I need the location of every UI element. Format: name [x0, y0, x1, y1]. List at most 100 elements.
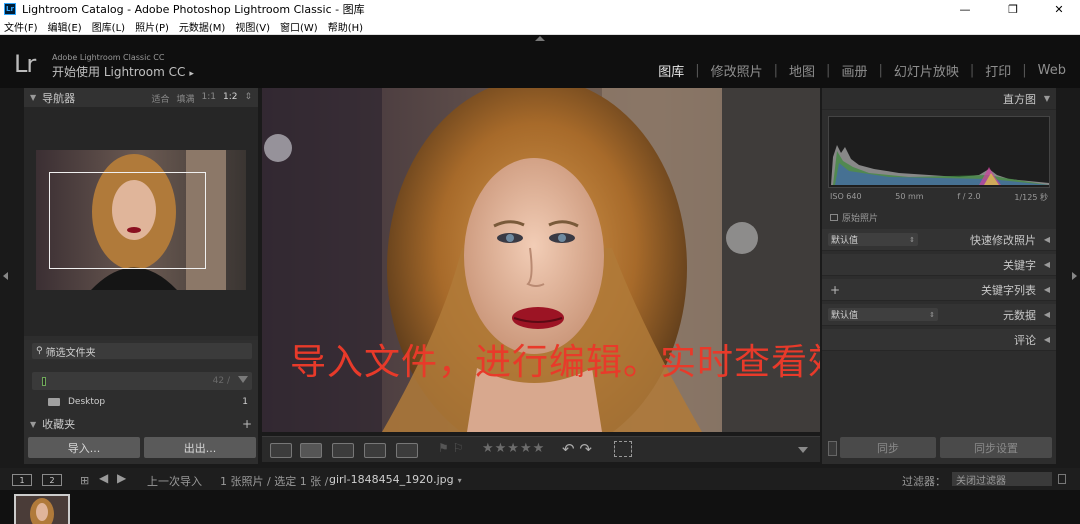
zoom-1-2[interactable]: 1:2 [223, 92, 237, 105]
add-keyword-icon[interactable]: + [830, 283, 840, 297]
metadata-header[interactable]: 默认值 ⇕ 元数据 ◀ [822, 304, 1056, 326]
star-rating[interactable]: ★★★★★ [482, 441, 545, 456]
survey-view-icon[interactable] [364, 443, 386, 458]
zoom-1-1[interactable]: 1:1 [201, 92, 215, 105]
add-collection-icon[interactable]: + [242, 417, 252, 431]
filename-label: girl-1848454_1920.jpg [329, 473, 454, 486]
export-button[interactable]: 出出... [144, 437, 256, 458]
original-photo-checkbox[interactable] [830, 214, 838, 221]
module-map[interactable]: 地图 [787, 61, 817, 80]
folder-count: 1 [242, 397, 248, 407]
menu-bar: 文件(F) 编辑(E) 图库(L) 照片(P) 元数据(M) 视图(V) 窗口(… [0, 18, 1080, 35]
menu-view[interactable]: 视图(V) [235, 19, 270, 34]
navigator-preview[interactable] [24, 108, 258, 336]
module-separator: | [695, 63, 700, 78]
collapse-right-panel-icon[interactable] [1068, 88, 1080, 464]
quick-develop-preset-select[interactable]: 默认值 ⇕ [828, 233, 918, 246]
comments-header[interactable]: 评论 ◀ [822, 329, 1056, 351]
filmstrip-filename[interactable]: girl-1848454_1920.jpg ▾ [329, 473, 462, 486]
lightroom-app-icon: Lr [4, 3, 16, 15]
primary-window-button[interactable]: 1 [12, 474, 32, 486]
keywording-title: 关键字 [1003, 258, 1036, 272]
collapse-top-panel-icon[interactable] [535, 36, 545, 41]
window-title: Lightroom Catalog - Adobe Photoshop Ligh… [22, 3, 365, 16]
menu-help[interactable]: 帮助(H) [328, 19, 363, 34]
expand-triangle-icon: ◀ [1043, 310, 1050, 319]
module-bar: Lr Adobe Lightroom Classic CC 开始使用 Light… [0, 35, 1080, 88]
folder-label: Desktop [68, 397, 106, 407]
compare-view-icon[interactable] [332, 443, 354, 458]
expand-triangle-icon: ◀ [1043, 260, 1050, 269]
grid-view-icon[interactable] [270, 443, 292, 458]
navigator-header[interactable]: ▼ 导航器 适合 填满 1:1 1:2 ⇕ [24, 88, 258, 108]
folder-item-desktop[interactable]: Desktop 1 [24, 394, 258, 410]
module-library[interactable]: 图库 [656, 61, 686, 80]
quick-develop-header[interactable]: 默认值 ⇕ 快速修改照片 ◀ [822, 229, 1056, 251]
import-button[interactable]: 导入... [28, 437, 140, 458]
people-view-icon[interactable] [396, 443, 418, 458]
metadata-preset-select[interactable]: 默认值 ⇕ [828, 308, 938, 321]
aperture-value: f / 2.0 [957, 192, 981, 201]
close-button[interactable]: ✕ [1036, 0, 1080, 18]
module-book[interactable]: 画册 [839, 61, 869, 80]
volume-row[interactable]: 42 / [32, 372, 252, 390]
menu-window[interactable]: 窗口(W) [280, 19, 318, 34]
focal-length-value: 50 mm [895, 192, 924, 201]
zoom-fill[interactable]: 填满 [176, 92, 194, 105]
menu-metadata[interactable]: 元数据(M) [179, 19, 225, 34]
loupe-view-icon[interactable] [300, 443, 322, 458]
collapse-triangle-icon: ▼ [1043, 94, 1050, 103]
histogram-header[interactable]: 直方图 ▼ [822, 88, 1056, 110]
menu-photo[interactable]: 照片(P) [135, 19, 169, 34]
menu-edit[interactable]: 编辑(E) [48, 19, 82, 34]
module-web[interactable]: Web [1036, 63, 1068, 78]
volume-dropdown-icon[interactable] [238, 376, 248, 383]
menu-library[interactable]: 图库(L) [92, 19, 125, 34]
rotate-icon[interactable]: ↶ ↷ [562, 440, 592, 458]
loupe-view-image[interactable]: 导入文件，进行编辑。实时查看效果 [262, 88, 820, 432]
filter-folders-input[interactable]: ⚲ 筛选文件夹 [32, 343, 252, 359]
collapse-left-panel-icon[interactable] [0, 88, 12, 464]
navigator-zoom-options: 适合 填满 1:1 1:2 ⇕ [151, 92, 252, 105]
quick-develop-preset-value: 默认值 [831, 236, 859, 246]
module-slideshow[interactable]: 幻灯片放映 [892, 61, 961, 80]
filter-select[interactable]: 关闭过滤器 [952, 472, 1052, 487]
collections-header[interactable]: ▼ 收藏夹 + [24, 414, 258, 434]
left-panel: ▼ 导航器 适合 填满 1:1 1:2 ⇕ ⚲ 筛选文件夹 42 / Deskt… [24, 88, 258, 464]
sync-button[interactable]: 同步 [840, 437, 936, 458]
keywording-header[interactable]: 关键字 ◀ [822, 254, 1056, 276]
get-started-link[interactable]: 开始使用 Lightroom CC ▸ [52, 63, 194, 80]
flag-icon[interactable]: ⚑ ⚐ [438, 441, 463, 455]
sync-settings-button[interactable]: 同步设置 [940, 437, 1052, 458]
original-photo-toggle[interactable]: 原始照片 [830, 211, 878, 224]
module-print[interactable]: 打印 [983, 61, 1013, 80]
navigator-view-frame[interactable] [49, 172, 206, 269]
navigator-title: 导航器 [42, 91, 76, 105]
metadata-title: 元数据 [1003, 308, 1036, 322]
forward-arrow-icon[interactable]: ▶ [117, 471, 126, 485]
menu-file[interactable]: 文件(F) [4, 19, 38, 34]
filmstrip-bar: 1 2 ⊞ ◀ ▶ 上一次导入 1 张照片 / 选定 1 张 / girl-18… [0, 468, 1080, 490]
keyword-list-header[interactable]: + 关键字列表 ◀ [822, 279, 1056, 301]
module-develop[interactable]: 修改照片 [709, 61, 765, 80]
crop-select-icon[interactable] [614, 441, 632, 457]
histogram-graph[interactable] [828, 116, 1050, 188]
secondary-window-button[interactable]: 2 [42, 474, 62, 486]
keyword-list-title: 关键字列表 [981, 283, 1036, 297]
folder-icon [48, 398, 60, 406]
back-arrow-icon[interactable]: ◀ [99, 471, 108, 485]
filename-dropdown-icon: ▾ [457, 476, 462, 485]
module-separator: | [773, 63, 779, 78]
auto-sync-switch[interactable] [828, 441, 837, 456]
maximize-button[interactable]: ❐ [990, 0, 1036, 18]
minimize-button[interactable]: — [942, 0, 988, 18]
filter-lock-icon[interactable] [1058, 474, 1066, 484]
filmstrip-thumbnail[interactable] [14, 494, 70, 524]
zoom-fit[interactable]: 适合 [151, 92, 169, 105]
toolbar-dropdown-icon[interactable] [798, 447, 808, 453]
filmstrip-source[interactable]: 上一次导入 [147, 473, 202, 489]
volume-count: 42 / [212, 376, 230, 386]
zoom-spinner-icon[interactable]: ⇕ [244, 92, 252, 105]
grid-view-icon[interactable]: ⊞ [80, 474, 89, 487]
get-started-arrow-icon: ▸ [189, 69, 194, 79]
